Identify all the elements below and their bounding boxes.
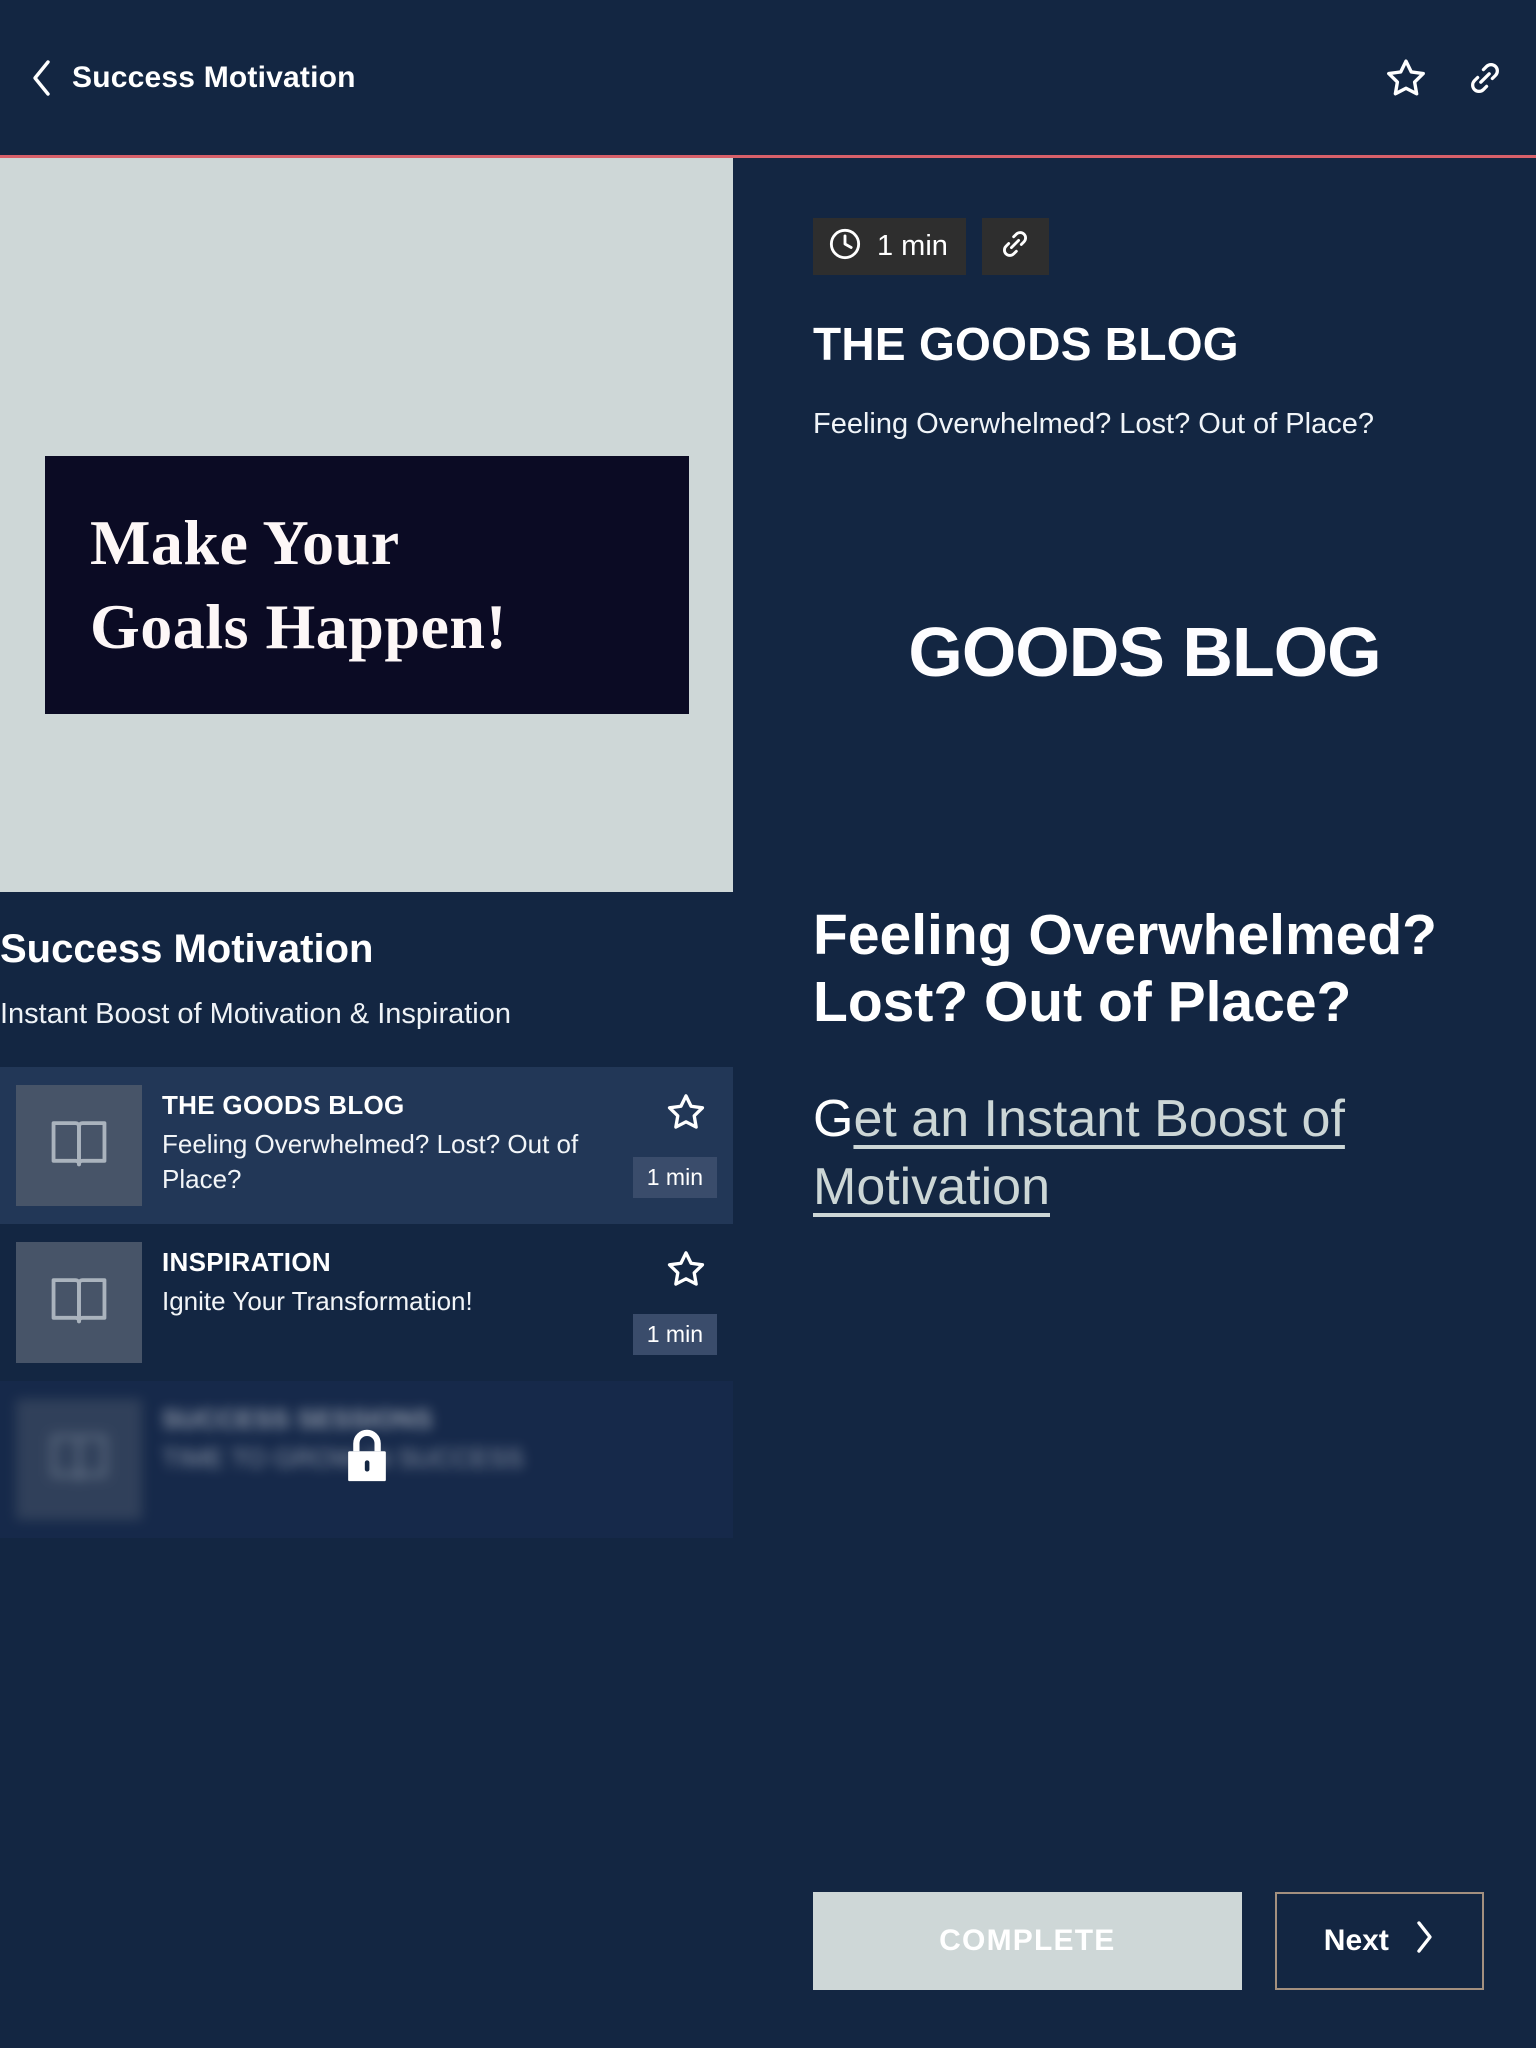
article-title: THE GOODS BLOG xyxy=(813,318,1239,370)
star-outline-icon[interactable] xyxy=(1384,56,1428,100)
lesson-description: Feeling Overwhelmed? Lost? Out of Place? xyxy=(162,1129,579,1194)
hero-banner-line-2: Goals Happen! xyxy=(90,591,508,662)
chevron-left-icon[interactable] xyxy=(28,58,54,98)
article-copy-link-button[interactable] xyxy=(981,218,1049,275)
lesson-list: THE GOODS BLOG Feeling Overwhelmed? Lost… xyxy=(0,1066,733,1538)
lesson-description: TIME TO GROW IN SUCCESS xyxy=(162,1443,524,1474)
page-title: Success Motivation xyxy=(72,60,356,94)
lesson-meta xyxy=(607,1399,717,1520)
article-cta: Get an Instant Boost of Motivation xyxy=(813,1086,1484,1221)
brand-logo: GOODS BLOG xyxy=(908,612,1381,691)
next-button-label: Next xyxy=(1323,1924,1389,1957)
hero-banner: Make Your Goals Happen! xyxy=(45,456,689,714)
header-actions xyxy=(1384,56,1506,100)
list-item[interactable]: INSPIRATION Ignite Your Transformation! … xyxy=(0,1224,733,1381)
article-cta-link[interactable]: et an Instant Boost of Motivation xyxy=(813,1090,1345,1216)
chevron-right-icon xyxy=(1413,1919,1435,1963)
app-header: Success Motivation xyxy=(0,0,1536,158)
course-subtitle: Instant Boost of Motivation & Inspiratio… xyxy=(0,998,511,1030)
open-book-icon xyxy=(48,1429,110,1490)
lesson-duration-badge: 1 min xyxy=(632,1313,717,1355)
next-button[interactable]: Next xyxy=(1274,1892,1484,1990)
link-chain-icon xyxy=(997,226,1033,267)
header-left-group: Success Motivation xyxy=(28,58,356,98)
lesson-thumbnail xyxy=(16,1084,142,1206)
article-panel: 1 min THE GOODS BLOG Feeling Overwhelmed… xyxy=(733,158,1536,2048)
course-hero-image: Make Your Goals Happen! xyxy=(0,158,733,892)
lesson-text: INSPIRATION Ignite Your Transformation! xyxy=(142,1242,607,1319)
lesson-thumbnail xyxy=(16,1241,142,1363)
list-item[interactable]: SUCCESS SESSIONS TIME TO GROW IN SUCCESS xyxy=(0,1380,733,1538)
article-headline: Feeling Overwhelmed? Lost? Out of Place? xyxy=(813,902,1437,1035)
lesson-duration-badge: 1 min xyxy=(632,1156,717,1198)
course-sidebar: Make Your Goals Happen! Success Motivati… xyxy=(0,158,733,2048)
lesson-kicker: SUCCESS SESSIONS xyxy=(162,1403,433,1434)
complete-button[interactable]: COMPLETE xyxy=(813,1892,1242,1990)
footer-actions: COMPLETE Next xyxy=(813,1892,1484,1990)
lesson-text: THE GOODS BLOG Feeling Overwhelmed? Lost… xyxy=(142,1085,607,1196)
lesson-thumbnail xyxy=(16,1398,142,1520)
article-cta-lead: G xyxy=(813,1090,854,1149)
list-item[interactable]: THE GOODS BLOG Feeling Overwhelmed? Lost… xyxy=(0,1066,733,1224)
star-outline-icon[interactable] xyxy=(665,1248,707,1295)
link-chain-icon[interactable] xyxy=(1464,57,1506,99)
course-title: Success Motivation xyxy=(0,927,374,971)
open-book-icon xyxy=(48,1272,110,1333)
lesson-kicker: INSPIRATION xyxy=(162,1246,331,1277)
article-subtitle: Feeling Overwhelmed? Lost? Out of Place? xyxy=(813,407,1374,440)
article-duration-label: 1 min xyxy=(877,230,948,262)
clock-icon xyxy=(827,226,863,267)
lesson-kicker: THE GOODS BLOG xyxy=(162,1089,405,1120)
article-meta-row: 1 min xyxy=(813,218,1484,275)
lesson-meta: 1 min xyxy=(607,1085,717,1206)
lesson-meta: 1 min xyxy=(607,1242,717,1363)
hero-banner-line-1: Make Your xyxy=(90,506,400,578)
star-outline-icon[interactable] xyxy=(665,1091,707,1138)
lesson-page: Success Motivation Make Your Goals Happe… xyxy=(0,0,1536,2048)
open-book-icon xyxy=(48,1115,110,1176)
article-duration-badge: 1 min xyxy=(813,218,966,275)
lesson-description: Ignite Your Transformation! xyxy=(162,1286,473,1317)
lesson-text: SUCCESS SESSIONS TIME TO GROW IN SUCCESS xyxy=(142,1399,607,1476)
